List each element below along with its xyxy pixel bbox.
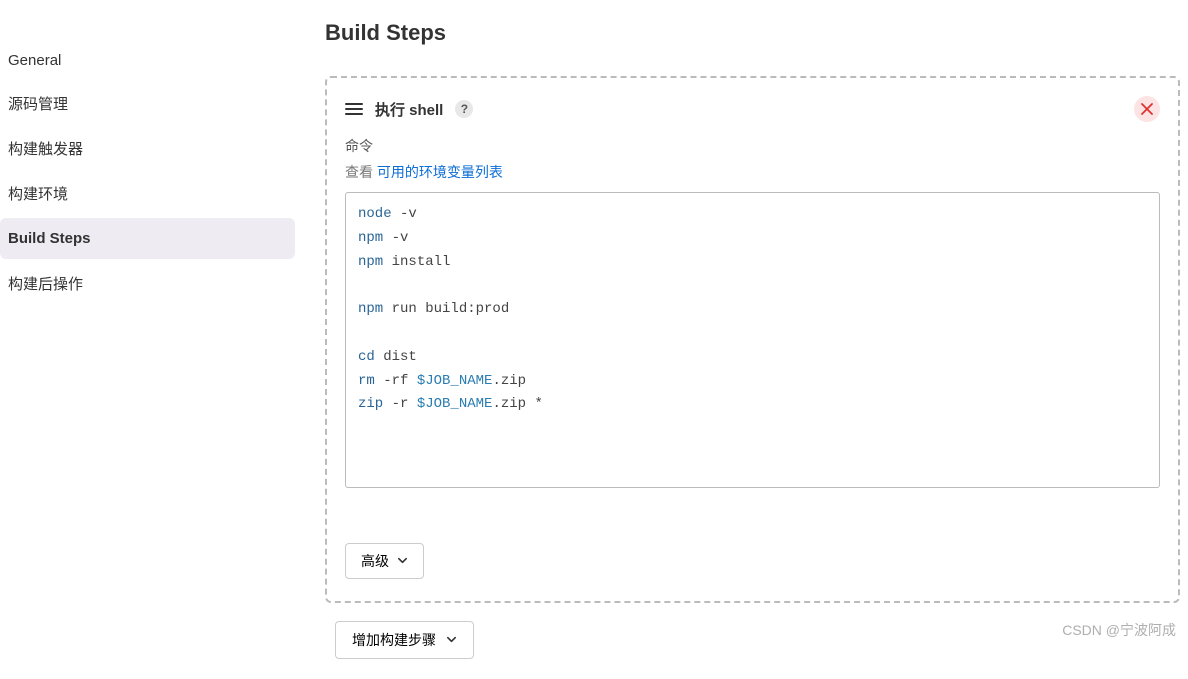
command-help: 查看 可用的环境变量列表: [345, 162, 1160, 182]
page-title: Build Steps: [325, 20, 1180, 46]
env-vars-link[interactable]: 可用的环境变量列表: [377, 164, 503, 180]
command-textarea[interactable]: node -vnpm -vnpm install npm run build:p…: [345, 192, 1160, 488]
add-step-label: 增加构建步骤: [352, 630, 436, 650]
chevron-down-icon: [446, 632, 457, 648]
step-header: 执行 shell ?: [345, 96, 1160, 122]
sidebar-item-triggers[interactable]: 构建触发器: [0, 126, 295, 171]
sidebar-item-build-steps[interactable]: Build Steps: [0, 218, 295, 259]
drag-handle-icon[interactable]: [345, 103, 363, 115]
add-build-step-button[interactable]: 增加构建步骤: [335, 621, 474, 659]
help-prefix: 查看: [345, 164, 377, 180]
sidebar-item-post-build[interactable]: 构建后操作: [0, 261, 295, 306]
sidebar-item-scm[interactable]: 源码管理: [0, 81, 295, 126]
chevron-down-icon: [397, 553, 408, 569]
main-content: Build Steps 执行 shell ? 命令 查看 可用的环境变量列表: [295, 0, 1188, 679]
advanced-label: 高级: [361, 551, 389, 571]
help-icon[interactable]: ?: [455, 100, 473, 118]
delete-step-button[interactable]: [1134, 96, 1160, 122]
advanced-button[interactable]: 高级: [345, 543, 424, 579]
command-label: 命令: [345, 136, 1160, 156]
close-icon: [1141, 103, 1153, 115]
sidebar-item-general[interactable]: General: [0, 40, 295, 81]
sidebar: General 源码管理 构建触发器 构建环境 Build Steps 构建后操…: [0, 0, 295, 679]
step-title: 执行 shell: [375, 99, 443, 120]
sidebar-item-env[interactable]: 构建环境: [0, 171, 295, 216]
build-step-panel: 执行 shell ? 命令 查看 可用的环境变量列表 node -vnpm -v…: [325, 76, 1180, 603]
